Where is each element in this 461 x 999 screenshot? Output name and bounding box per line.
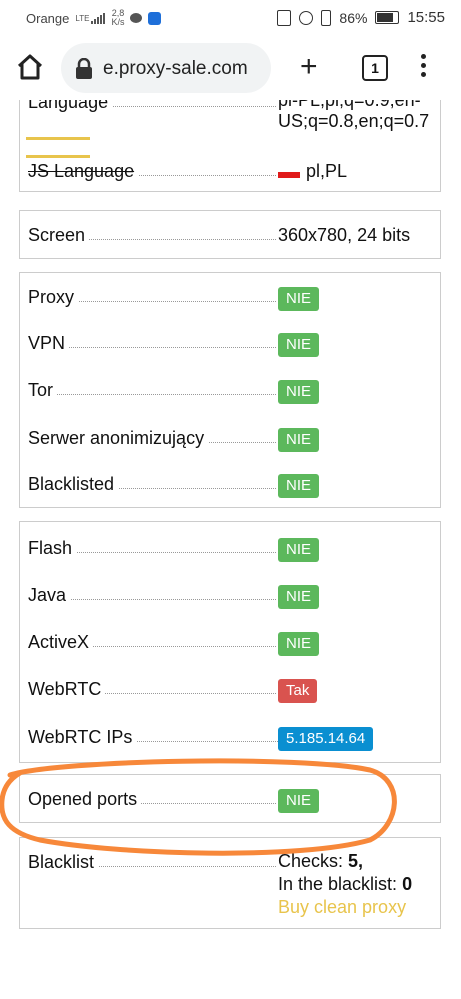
tab-switcher-button[interactable]: 1: [362, 55, 388, 81]
blacklisted-label: Blacklisted: [28, 472, 119, 496]
language-box: Language pl-PL,pl;q=0.9,en- US;q=0.8,en;…: [19, 100, 441, 192]
anonymity-row: Proxy NIE: [28, 285, 432, 311]
nfc-icon: [277, 9, 292, 26]
flash-badge: NIE: [278, 538, 320, 562]
vpn-badge: NIE: [278, 333, 320, 357]
webrtc-ips-label: WebRTC IPs: [28, 725, 137, 749]
new-tab-icon[interactable]: +: [300, 52, 318, 82]
anonymizer-label: Serwer anonimizujący: [28, 426, 209, 450]
blacklisted-badge: NIE: [278, 474, 320, 498]
vibrate-icon: [321, 9, 332, 26]
screen-box: Screen 360x780, 24 bits: [19, 210, 441, 259]
in-blacklist-label: In the blacklist:: [278, 874, 398, 894]
language-label: Language: [28, 100, 113, 114]
js-language-label: JS Language: [28, 159, 139, 183]
proxy-label: Proxy: [28, 285, 79, 309]
proxy-badge: NIE: [278, 287, 320, 311]
anonymity-row: Tor NIE: [28, 378, 432, 404]
highlight-mark-1: [26, 137, 90, 140]
webrtc-badge: Tak: [278, 679, 318, 703]
js-language-value: pl,PL: [278, 159, 347, 183]
vpn-label: VPN: [28, 331, 70, 355]
carrier-name: Orange: [26, 10, 70, 26]
browser-toolbar: e.proxy-sale.com + 1: [0, 34, 461, 100]
plugin-row: Java NIE: [28, 583, 432, 609]
buy-clean-proxy-link[interactable]: Buy clean proxy: [278, 897, 406, 917]
lock-icon[interactable]: [75, 57, 93, 85]
language-row: Language pl-PL,pl;q=0.9,en- US;q=0.8,en;…: [28, 100, 432, 131]
language-value-line2: US;q=0.8,en;q=0.7: [278, 111, 430, 131]
screen-row: Screen 360x780, 24 bits: [28, 223, 432, 247]
alarm-icon: [299, 10, 314, 25]
tor-badge: NIE: [278, 380, 320, 404]
anonymity-row: Blacklisted NIE: [28, 472, 432, 498]
js-language-text: pl,PL: [306, 161, 348, 181]
orange-circle-annotation: [0, 758, 397, 856]
in-blacklist-value: 0: [402, 874, 413, 894]
shield-app-icon: [148, 11, 162, 25]
language-value: pl-PL,pl;q=0.9,en- US;q=0.8,en;q=0.7: [278, 100, 429, 132]
activex-label: ActiveX: [28, 630, 94, 654]
network-speed: 2,8 K/s: [111, 9, 124, 27]
highlight-mark-2: [26, 155, 90, 158]
plugin-row: ActiveX NIE: [28, 630, 432, 656]
battery-percent: 86%: [339, 9, 368, 26]
tor-label: Tor: [28, 378, 58, 402]
screen-value: 360x780, 24 bits: [278, 225, 411, 245]
overflow-menu-icon[interactable]: [421, 54, 426, 77]
webrtc-ips-badge: 5.185.14.64: [278, 727, 374, 751]
signal-icon: [91, 12, 106, 24]
lte-label: LTE: [75, 13, 90, 23]
activex-badge: NIE: [278, 632, 320, 656]
language-value-line1: pl-PL,pl;q=0.9,en-: [278, 100, 421, 110]
anonymity-row: Serwer anonimizujący NIE: [28, 426, 432, 452]
js-language-row: JS Language pl,PL: [28, 159, 432, 183]
plugins-box: Flash NIE Java NIE ActiveX NIE WebRTC Tak We…: [19, 521, 441, 763]
plugin-row: Flash NIE: [28, 536, 432, 562]
java-label: Java: [28, 583, 71, 607]
plugin-row: WebRTC Tak: [28, 677, 432, 703]
address-bar[interactable]: e.proxy-sale.com: [61, 43, 271, 93]
network-speed-unit: K/s: [111, 17, 125, 27]
screen-label: Screen: [28, 223, 90, 247]
clock: 15:55: [407, 9, 445, 26]
java-badge: NIE: [278, 585, 320, 609]
battery-icon: [375, 11, 400, 24]
poland-flag-icon: [278, 166, 300, 179]
url-text[interactable]: e.proxy-sale.com: [103, 58, 248, 80]
anonymizer-badge: NIE: [278, 428, 320, 452]
anonymity-box: Proxy NIE VPN NIE Tor NIE Serwer anonimizuj…: [19, 272, 441, 508]
chat-bubble-icon: [130, 13, 143, 23]
page-content: Language pl-PL,pl;q=0.9,en- US;q=0.8,en;…: [0, 100, 461, 999]
status-bar: Orange LTE 2,8 K/s 86% 15:55: [0, 0, 461, 34]
home-icon[interactable]: [16, 54, 44, 85]
plugin-row: WebRTC IPs 5.185.14.64: [28, 725, 432, 751]
anonymity-row: VPN NIE: [28, 331, 432, 357]
flash-label: Flash: [28, 536, 77, 560]
webrtc-label: WebRTC: [28, 677, 106, 701]
